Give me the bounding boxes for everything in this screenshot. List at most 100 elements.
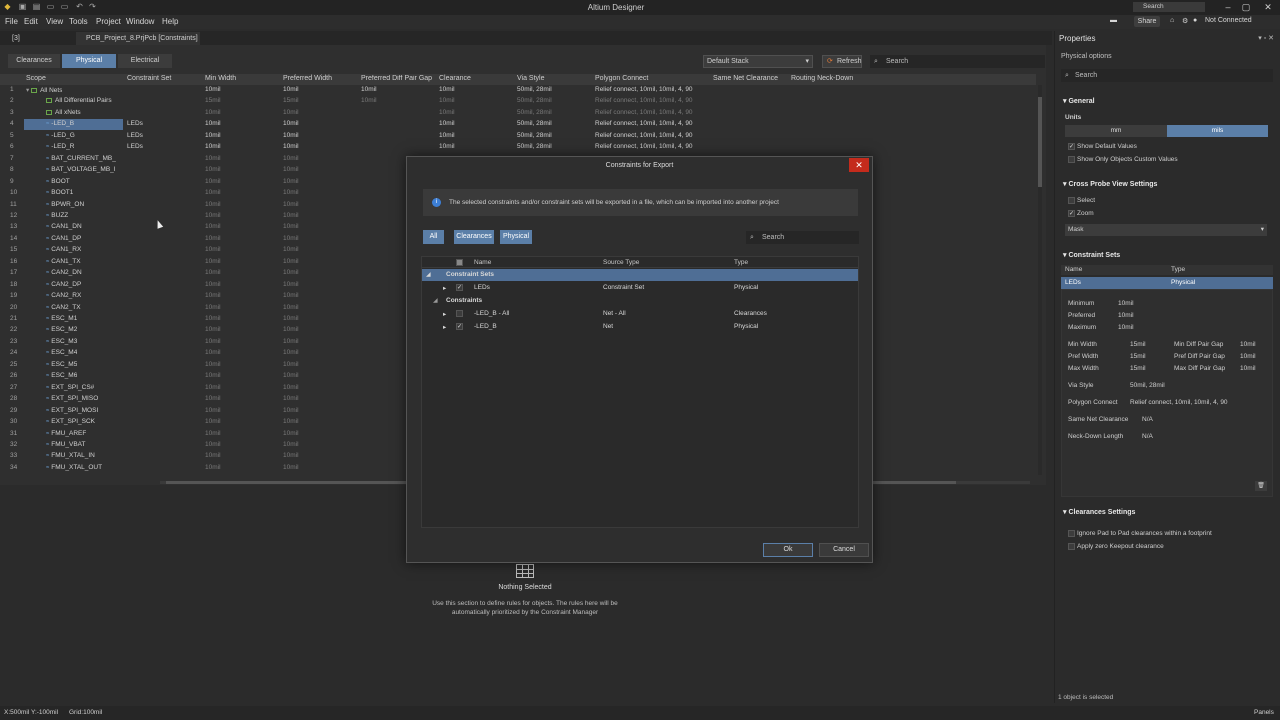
- col-polygon-connect[interactable]: Polygon Connect: [595, 75, 648, 82]
- cell-pref[interactable]: 10mil: [283, 326, 299, 333]
- chevron-right-icon[interactable]: ▸: [443, 284, 446, 292]
- scope-cell[interactable]: ≈ CAN2_TX: [46, 304, 81, 311]
- scope-cell[interactable]: ≈ CAN1_DP: [46, 235, 81, 242]
- cell-min[interactable]: 10mil: [205, 223, 221, 230]
- cell-clear[interactable]: 10mil: [439, 97, 455, 104]
- cell-min[interactable]: 10mil: [205, 361, 221, 368]
- scope-cell[interactable]: ≈ CAN1_RX: [46, 246, 81, 253]
- cell-clear[interactable]: 10mil: [439, 143, 455, 150]
- cell-min[interactable]: 10mil: [205, 258, 221, 265]
- col-scope[interactable]: Scope: [26, 75, 46, 82]
- filter-all[interactable]: All: [423, 230, 444, 244]
- filter-clearances[interactable]: Clearances: [454, 230, 494, 244]
- col-preferred-width[interactable]: Preferred Width: [283, 75, 332, 82]
- col-diff-pair-gap[interactable]: Preferred Diff Pair Gap: [361, 75, 433, 82]
- cell-poly[interactable]: Relief connect, 10mil, 10mil, 4, 90: [595, 109, 693, 116]
- select-checkbox[interactable]: [1068, 197, 1075, 204]
- cell-clear[interactable]: 10mil: [439, 86, 455, 93]
- table-row[interactable]: 5 ≈ -LED_G LEDs 10mil 10mil 10mil 50mil, 28mil R…: [0, 131, 1036, 142]
- properties-search-input[interactable]: ⌕ Search: [1061, 69, 1273, 82]
- cell-poly[interactable]: Relief connect, 10mil, 10mil, 4, 90: [595, 86, 693, 93]
- cell-via[interactable]: 50mil, 28mil: [517, 86, 552, 93]
- cell-min[interactable]: 10mil: [205, 178, 221, 185]
- cell-min[interactable]: 10mil: [205, 155, 221, 162]
- scope-cell[interactable]: ≈ CAN1_TX: [46, 258, 81, 265]
- cell-via[interactable]: 50mil, 28mil: [517, 97, 552, 104]
- select-all-checkbox[interactable]: [456, 259, 463, 266]
- cell-pref[interactable]: 10mil: [283, 281, 299, 288]
- row-checkbox[interactable]: ✓: [456, 284, 463, 291]
- cell-min[interactable]: 10mil: [205, 430, 221, 437]
- scope-cell[interactable]: ≈ BOOT: [46, 178, 70, 185]
- cell-pref[interactable]: 10mil: [283, 315, 299, 322]
- tab-electrical[interactable]: Electrical: [118, 54, 172, 68]
- cell-pref[interactable]: 10mil: [283, 258, 299, 265]
- cell-set[interactable]: LEDs: [127, 132, 143, 139]
- scope-cell[interactable]: ≈ CAN2_DN: [46, 269, 82, 276]
- cell-pref[interactable]: 10mil: [283, 178, 299, 185]
- layer-stack-select[interactable]: Default Stack ▾: [703, 55, 813, 68]
- chevron-right-icon[interactable]: ▸: [443, 323, 446, 331]
- row-checkbox[interactable]: [456, 310, 463, 317]
- table-row[interactable]: 2 All Differential Pairs 15mil 15mil 10mil 10…: [0, 96, 1036, 107]
- scope-cell[interactable]: ≈ CAN1_DN: [46, 223, 82, 230]
- cell-min[interactable]: 10mil: [205, 86, 221, 93]
- cell-via[interactable]: 50mil, 28mil: [517, 143, 552, 150]
- cell-min[interactable]: 10mil: [205, 132, 221, 139]
- scope-cell[interactable]: ≈ -LED_G: [46, 132, 75, 139]
- user-icon[interactable]: ●: [1193, 17, 1197, 24]
- show-default-checkbox[interactable]: ✓: [1068, 143, 1075, 150]
- maximize-icon[interactable]: ▢: [1240, 2, 1252, 13]
- table-row[interactable]: 1 ▾ All Nets 10mil 10mil 10mil 10mil 50mil, 28…: [0, 85, 1036, 96]
- cross-probe-section-header[interactable]: ▾ Cross Probe View Settings: [1063, 180, 1157, 188]
- scope-cell[interactable]: ≈ BAT_VOLTAGE_MB_I: [46, 166, 116, 173]
- tab-physical[interactable]: Physical: [62, 54, 116, 68]
- panel-controls[interactable]: ▾ ▫ ✕: [1258, 34, 1274, 42]
- cell-min[interactable]: 10mil: [205, 441, 221, 448]
- menu-view[interactable]: View: [46, 17, 63, 26]
- cell-min[interactable]: 10mil: [205, 212, 221, 219]
- cell-pref[interactable]: 10mil: [283, 109, 299, 116]
- cell-min[interactable]: 10mil: [205, 246, 221, 253]
- cell-clear[interactable]: 10mil: [439, 109, 455, 116]
- menu-edit[interactable]: Edit: [24, 17, 38, 26]
- cell-pref[interactable]: 10mil: [283, 452, 299, 459]
- cell-set[interactable]: LEDs: [127, 143, 143, 150]
- cell-min[interactable]: 10mil: [205, 292, 221, 299]
- cell-min[interactable]: 10mil: [205, 109, 221, 116]
- scope-cell[interactable]: ≈ ESC_M1: [46, 315, 77, 322]
- cell-pref[interactable]: 10mil: [283, 464, 299, 471]
- cell-min[interactable]: 10mil: [205, 120, 221, 127]
- scope-cell[interactable]: ≈ FMU_XTAL_IN: [46, 452, 95, 459]
- cell-min[interactable]: 10mil: [205, 315, 221, 322]
- cell-min[interactable]: 10mil: [205, 372, 221, 379]
- cell-min[interactable]: 10mil: [205, 235, 221, 242]
- cell-via[interactable]: 50mil, 28mil: [517, 109, 552, 116]
- panels-button[interactable]: Panels: [1254, 709, 1274, 716]
- general-section-header[interactable]: ▾ General: [1063, 97, 1095, 105]
- cell-set[interactable]: LEDs: [127, 120, 143, 127]
- scroll-thumb[interactable]: [1038, 97, 1042, 187]
- clearances-section-header[interactable]: ▾ Clearances Settings: [1063, 508, 1135, 516]
- scope-cell[interactable]: ≈ BOOT1: [46, 189, 73, 196]
- col-name[interactable]: Name: [474, 259, 491, 266]
- cell-pref[interactable]: 10mil: [283, 384, 299, 391]
- chevron-right-icon[interactable]: ▸: [443, 310, 446, 318]
- cell-diff[interactable]: 10mil: [361, 86, 377, 93]
- home-icon[interactable]: ⌂: [1170, 17, 1174, 24]
- vertical-scrollbar[interactable]: [1038, 85, 1042, 475]
- group-constraint-sets[interactable]: ◢ Constraint Sets: [422, 269, 858, 281]
- scope-cell[interactable]: ≈ ESC_M2: [46, 326, 77, 333]
- col-constraint-set[interactable]: Constraint Set: [127, 75, 171, 82]
- cell-diff[interactable]: 10mil: [361, 97, 377, 104]
- cell-pref[interactable]: 15mil: [283, 97, 299, 104]
- cancel-button[interactable]: Cancel: [819, 543, 869, 557]
- scope-cell[interactable]: ≈ ESC_M5: [46, 361, 77, 368]
- cell-pref[interactable]: 10mil: [283, 338, 299, 345]
- constraint-sets-section-header[interactable]: ▾ Constraint Sets: [1063, 251, 1120, 259]
- unit-mils-button[interactable]: mils: [1167, 125, 1268, 137]
- show-custom-checkbox[interactable]: [1068, 156, 1075, 163]
- cell-pref[interactable]: 10mil: [283, 418, 299, 425]
- cell-min[interactable]: 10mil: [205, 281, 221, 288]
- cell-via[interactable]: 50mil, 28mil: [517, 120, 552, 127]
